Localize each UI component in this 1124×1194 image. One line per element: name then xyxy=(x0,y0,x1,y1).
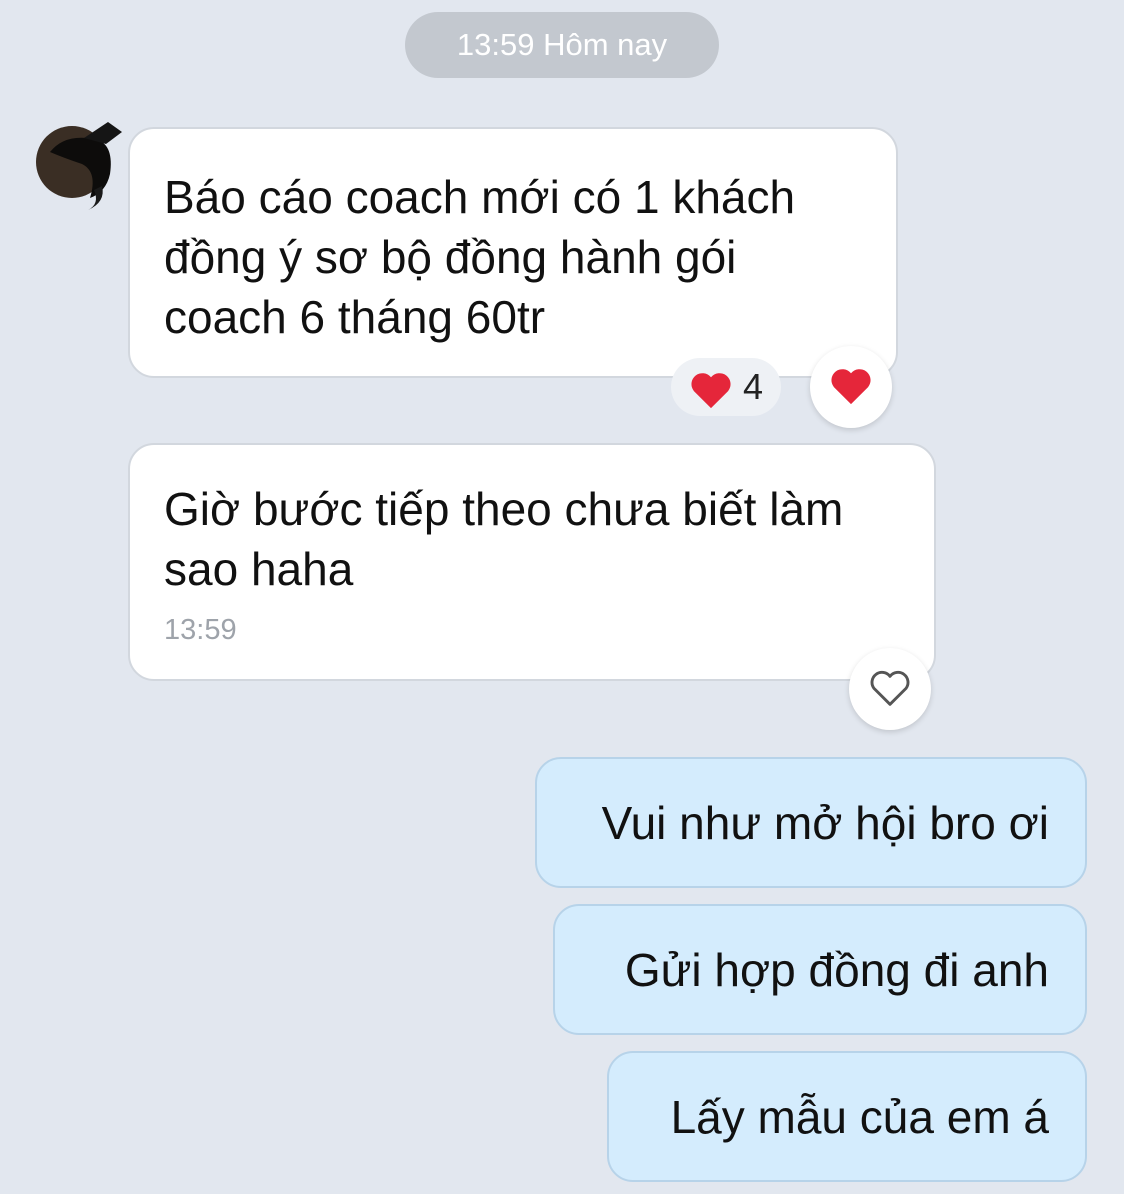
message-bubble-outgoing[interactable]: Lấy mẫu của em á xyxy=(607,1051,1087,1182)
message-text: Báo cáo coach mới có 1 khách đồng ý sơ b… xyxy=(164,171,796,343)
heart-filled-icon xyxy=(831,369,871,405)
message-bubble-outgoing[interactable]: Vui như mở hội bro ơi xyxy=(535,757,1087,888)
reaction-button[interactable] xyxy=(849,648,931,730)
message-time: 13:59 xyxy=(164,614,237,646)
reaction-button[interactable] xyxy=(810,346,892,428)
heart-filled-icon xyxy=(691,373,731,409)
avatar[interactable] xyxy=(36,122,122,210)
message-text: Giờ bước tiếp theo chưa biết làm sao hah… xyxy=(164,483,844,595)
message-bubble-incoming[interactable]: Giờ bước tiếp theo chưa biết làm sao hah… xyxy=(128,443,936,681)
message-bubble-incoming[interactable]: Báo cáo coach mới có 1 khách đồng ý sơ b… xyxy=(128,127,898,378)
message-text: Gửi hợp đồng đi anh xyxy=(624,944,1049,996)
message-text: Vui như mở hội bro ơi xyxy=(601,797,1049,849)
heart-outline-icon xyxy=(870,670,910,706)
date-separator: 13:59 Hôm nay xyxy=(405,12,719,78)
date-separator-label: 13:59 Hôm nay xyxy=(456,27,668,62)
message-bubble-outgoing[interactable]: Gửi hợp đồng đi anh xyxy=(553,904,1087,1035)
reaction-count: 4 xyxy=(743,366,764,407)
reaction-summary[interactable]: 4 xyxy=(671,358,781,416)
message-text: Lấy mẫu của em á xyxy=(670,1091,1049,1143)
